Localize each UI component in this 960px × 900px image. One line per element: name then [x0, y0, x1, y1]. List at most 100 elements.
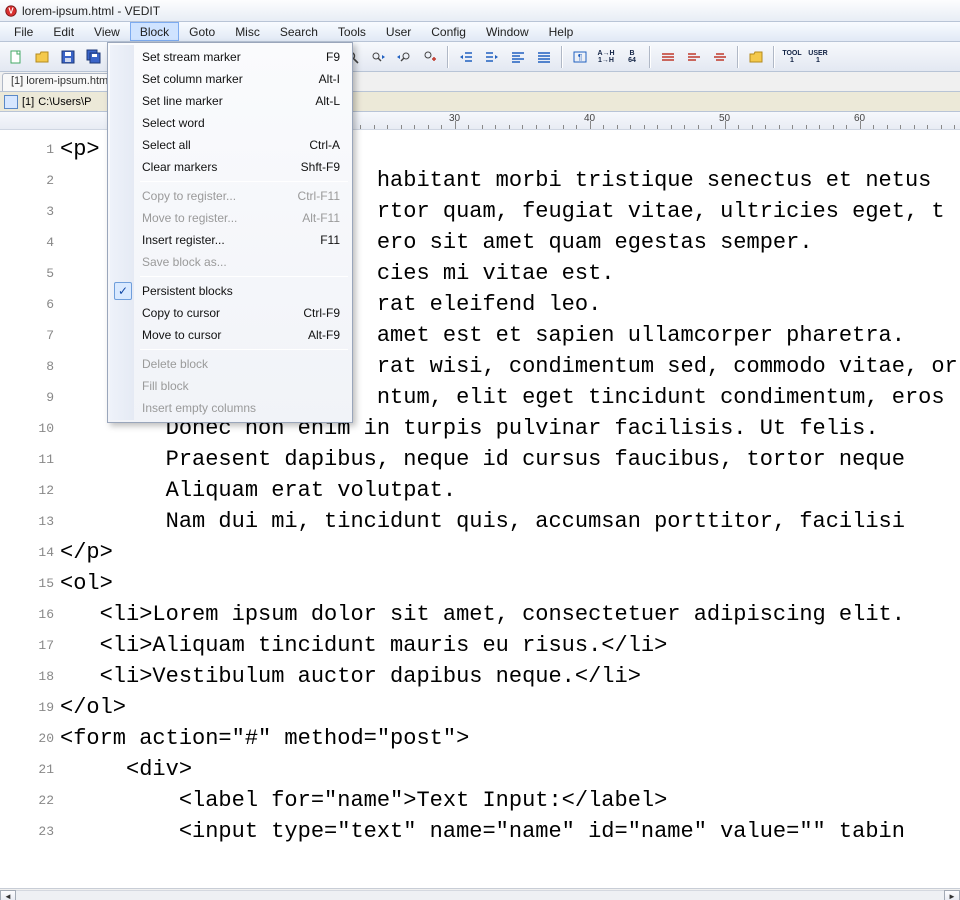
save-button[interactable] — [56, 45, 80, 69]
new-file-button[interactable] — [4, 45, 28, 69]
menu-item-shortcut: Alt-F11 — [302, 211, 340, 225]
replace-button[interactable] — [418, 45, 442, 69]
ruler-label: 50 — [719, 113, 730, 124]
line-number: 8 — [0, 351, 54, 382]
outdent-button[interactable] — [454, 45, 478, 69]
menu-item-label: Fill block — [142, 379, 189, 393]
menu-item-fill-block: Fill block — [110, 375, 350, 397]
menu-item-label: Set stream marker — [142, 50, 241, 64]
menu-item-set-column-marker[interactable]: Set column marker Alt-I — [110, 68, 350, 90]
menu-item-select-all[interactable]: Select all Ctrl-A — [110, 134, 350, 156]
menu-item-select-word[interactable]: Select word — [110, 112, 350, 134]
line-number: 13 — [0, 506, 54, 537]
document-tab[interactable]: [1] lorem-ipsum.html — [2, 73, 120, 91]
menu-item-persistent-blocks[interactable]: ✓ Persistent blocks — [110, 280, 350, 302]
menu-item-insert-register[interactable]: Insert register...F11 — [110, 229, 350, 251]
menu-item-shortcut: Shft-F9 — [301, 160, 340, 174]
menu-item-move-to-cursor[interactable]: Move to cursor Alt-F9 — [110, 324, 350, 346]
find-next-button[interactable] — [366, 45, 390, 69]
menu-goto[interactable]: Goto — [179, 22, 225, 41]
menubar: File Edit View Block Goto Misc Search To… — [0, 22, 960, 42]
menu-item-label: Persistent blocks — [142, 284, 233, 298]
menu-item-shortcut: F9 — [326, 50, 340, 64]
red-center-button[interactable] — [708, 45, 732, 69]
menu-item-label: Move to register... — [142, 211, 237, 225]
menu-item-set-stream-marker[interactable]: Set stream marker F9 — [110, 46, 350, 68]
line-number: 5 — [0, 258, 54, 289]
menu-item-label: Move to cursor — [142, 328, 221, 342]
line-number: 16 — [0, 599, 54, 630]
menu-item-shortcut: Alt-I — [319, 72, 340, 86]
folder-button[interactable] — [744, 45, 768, 69]
titlebar: V lorem-ipsum.html - VEDIT — [0, 0, 960, 22]
menu-item-label: Delete block — [142, 357, 208, 371]
menu-config[interactable]: Config — [421, 22, 476, 41]
menu-block[interactable]: Block — [130, 22, 179, 41]
menu-window[interactable]: Window — [476, 22, 539, 41]
ascii-hex-button[interactable]: A→H1→H — [594, 45, 618, 69]
horizontal-scrollbar[interactable]: ◄ ► — [0, 888, 960, 900]
line-number: 14 — [0, 537, 54, 568]
menu-help[interactable]: Help — [539, 22, 584, 41]
line-number: 19 — [0, 692, 54, 723]
menu-item-set-line-marker[interactable]: Set line markerAlt-L — [110, 90, 350, 112]
byte-64-button[interactable]: B64 — [620, 45, 644, 69]
menu-item-shortcut: Ctrl-A — [309, 138, 340, 152]
menu-view[interactable]: View — [84, 22, 130, 41]
menu-item-label: Set column marker — [142, 72, 243, 86]
find-prev-button[interactable] — [392, 45, 416, 69]
menu-item-shortcut: Ctrl-F11 — [298, 189, 340, 203]
menu-edit[interactable]: Edit — [43, 22, 84, 41]
line-number: 4 — [0, 227, 54, 258]
user1-button[interactable]: USER1 — [806, 45, 830, 69]
line-number: 11 — [0, 444, 54, 475]
menu-item-shortcut: Alt-F9 — [308, 328, 340, 342]
ruler-label: 60 — [854, 113, 865, 124]
ruler-label: 30 — [449, 113, 460, 124]
scroll-right-button[interactable]: ► — [944, 890, 960, 900]
line-number: 9 — [0, 382, 54, 413]
line-number: 20 — [0, 723, 54, 754]
file-index: [1] — [22, 96, 34, 108]
menu-item-insert-empty-columns: Insert empty columns — [110, 397, 350, 419]
menu-search[interactable]: Search — [270, 22, 328, 41]
align-justify-button[interactable] — [532, 45, 556, 69]
line-number: 17 — [0, 630, 54, 661]
open-file-button[interactable] — [30, 45, 54, 69]
align-left-button[interactable] — [506, 45, 530, 69]
menu-file[interactable]: File — [4, 22, 43, 41]
save-all-button[interactable] — [82, 45, 106, 69]
menu-item-shortcut: F11 — [320, 233, 340, 247]
line-number: 1 — [0, 134, 54, 165]
ruler-label: 40 — [584, 113, 595, 124]
svg-text:¶: ¶ — [578, 53, 582, 62]
menu-item-shortcut: Ctrl-F9 — [303, 306, 340, 320]
line-number: 7 — [0, 320, 54, 351]
red-align-button[interactable] — [682, 45, 706, 69]
line-number: 22 — [0, 785, 54, 816]
menu-item-label: Copy to cursor — [142, 306, 220, 320]
menu-item-label: Insert empty columns — [142, 401, 256, 415]
menu-item-copy-to-cursor[interactable]: Copy to cursor Ctrl-F9 — [110, 302, 350, 324]
line-number: 10 — [0, 413, 54, 444]
menu-tools[interactable]: Tools — [328, 22, 376, 41]
line-number: 15 — [0, 568, 54, 599]
scroll-track[interactable] — [16, 890, 944, 900]
check-icon: ✓ — [114, 282, 132, 300]
menu-item-label: Save block as... — [142, 255, 227, 269]
indent-button[interactable] — [480, 45, 504, 69]
line-number: 21 — [0, 754, 54, 785]
menu-separator — [140, 276, 348, 277]
menu-user[interactable]: User — [376, 22, 421, 41]
menu-item-label: Select all — [142, 138, 191, 152]
menu-item-clear-markers[interactable]: Clear markersShft-F9 — [110, 156, 350, 178]
tool1-button[interactable]: TOOL1 — [780, 45, 804, 69]
line-number: 23 — [0, 816, 54, 847]
file-path: C:\Users\P — [38, 96, 91, 108]
red-line-button[interactable] — [656, 45, 680, 69]
menu-item-label: Copy to register... — [142, 189, 236, 203]
scroll-left-button[interactable]: ◄ — [0, 890, 16, 900]
menu-misc[interactable]: Misc — [225, 22, 270, 41]
line-number: 12 — [0, 475, 54, 506]
show-whitespace-button[interactable]: ¶ — [568, 45, 592, 69]
